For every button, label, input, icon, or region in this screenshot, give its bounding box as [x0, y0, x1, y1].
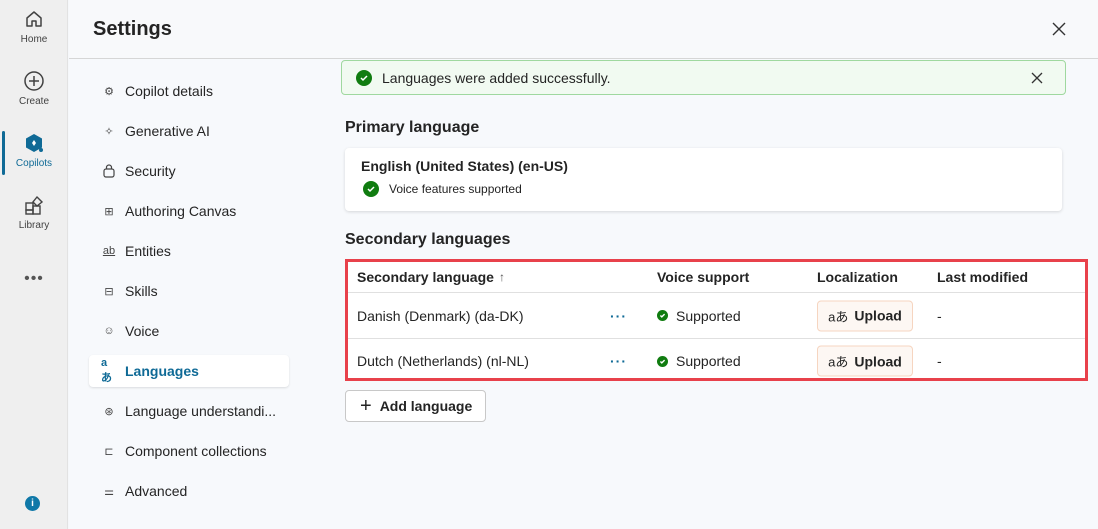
close-icon[interactable]: [1050, 20, 1068, 38]
sort-ascending-icon: ↑: [498, 270, 505, 284]
translate-icon: aあ: [101, 357, 112, 384]
nav-label: Languages: [125, 363, 199, 379]
nav-label: Security: [125, 163, 176, 179]
entity-icon: ab: [102, 245, 116, 257]
rail-label: Library: [18, 220, 50, 231]
localization-cell: aあ Upload: [817, 300, 913, 331]
primary-language-heading: Primary language: [345, 119, 480, 136]
success-check-icon: [657, 355, 668, 367]
primary-language-card: English (United States) (en-US) Voice fe…: [345, 148, 1062, 211]
column-header-last-modified: Last modified: [937, 269, 1029, 285]
settings-nav: ⚙ Copilot details ✧ Generative AI Security…: [89, 75, 289, 515]
success-check-icon: [363, 181, 379, 197]
translate-icon: aあ: [828, 354, 849, 370]
settings-panel: Settings ⚙ Copilot details ✧ Generative AI…: [69, 0, 1098, 529]
copilot-icon: [26, 134, 43, 152]
last-modified: -: [937, 353, 942, 369]
page-title: Settings: [93, 18, 172, 40]
nav-label: Advanced: [125, 483, 188, 499]
language-name: Dutch (Netherlands) (nl-NL): [357, 353, 529, 369]
upload-button[interactable]: aあ Upload: [817, 300, 913, 331]
table-row: Dutch (Netherlands) (nl-NL) ··· Supporte…: [348, 338, 1085, 383]
nav-label: Copilot details: [125, 83, 213, 99]
nav-label: Generative AI: [125, 123, 210, 139]
voice-support: Supported: [657, 308, 741, 324]
language-name: Danish (Denmark) (da-DK): [357, 307, 524, 324]
more-options-icon[interactable]: ···: [610, 353, 627, 369]
primary-language-name: English (United States) (en-US): [361, 158, 568, 174]
secondary-languages-heading: Secondary languages: [345, 231, 511, 248]
rail-item-home[interactable]: Home: [0, 8, 68, 45]
nav-item-voice[interactable]: ☺ Voice: [89, 315, 289, 347]
briefcase-icon: ⊟: [104, 285, 114, 298]
home-icon: [26, 11, 42, 27]
app-rail: Home Create Copilots Library ••• i: [0, 0, 68, 529]
primary-voice-status: Voice features supported: [363, 181, 522, 197]
lock-icon: [101, 163, 117, 179]
nav-item-language-understanding[interactable]: ⊛ Language understandi...: [89, 395, 289, 427]
more-options-icon[interactable]: ···: [610, 308, 627, 324]
nav-label: Voice: [125, 323, 160, 339]
voice-icon: ☺: [103, 325, 115, 337]
voice-support: Supported: [657, 353, 741, 369]
table-header: Secondary language ↑ Voice support Locali…: [348, 262, 1085, 293]
nav-label: Language understandi...: [125, 403, 277, 419]
column-header-language[interactable]: Secondary language ↑: [357, 269, 505, 285]
last-modified: -: [937, 307, 942, 324]
success-check-icon: [356, 69, 372, 86]
library-icon: [25, 195, 44, 215]
nav-item-skills[interactable]: ⊟ Skills: [89, 275, 289, 307]
grid-icon: ⊞: [104, 205, 114, 218]
success-toast: Languages were added successfully.: [341, 60, 1066, 95]
plus-icon: +: [360, 395, 372, 417]
nav-item-component-collections[interactable]: ⊏ Component collections: [89, 435, 289, 467]
localization-cell: aあ Upload: [817, 345, 913, 377]
add-circle-icon: [24, 71, 44, 91]
nav-label: Skills: [125, 283, 158, 299]
column-header-voice: Voice support: [657, 269, 750, 285]
nav-item-security[interactable]: Security: [89, 155, 289, 187]
voice-status-text: Voice features supported: [389, 182, 522, 196]
add-language-button[interactable]: + Add language: [345, 390, 486, 422]
nav-item-generative-ai[interactable]: ✧ Generative AI: [89, 115, 289, 147]
rail-label: Home: [20, 34, 48, 45]
rail-label: Create: [18, 96, 49, 107]
sparkle-icon: ✧: [104, 125, 114, 138]
success-check-icon: [657, 310, 668, 321]
nav-item-copilot-details[interactable]: ⚙ Copilot details: [89, 75, 289, 107]
brain-icon: ⊛: [104, 405, 114, 418]
toast-message: Languages were added successfully.: [382, 69, 611, 86]
column-header-localization: Localization: [817, 269, 898, 285]
rail-item-copilots[interactable]: Copilots: [0, 132, 68, 169]
nav-item-authoring-canvas[interactable]: ⊞ Authoring Canvas: [89, 195, 289, 227]
upload-button[interactable]: aあ Upload: [817, 345, 913, 377]
collection-icon: ⊏: [104, 445, 114, 458]
nav-label: Entities: [125, 243, 171, 259]
sliders-icon: ⚌: [104, 485, 114, 498]
rail-item-library[interactable]: Library: [0, 194, 68, 231]
gear-icon: ⚙: [104, 85, 114, 98]
table-row: Danish (Denmark) (da-DK) ··· Supported a…: [348, 293, 1085, 338]
translate-icon: aあ: [828, 309, 849, 324]
secondary-languages-table: Secondary language ↑ Voice support Locali…: [345, 259, 1088, 381]
rail-item-create[interactable]: Create: [0, 70, 68, 107]
nav-label: Authoring Canvas: [125, 203, 237, 219]
nav-item-entities[interactable]: ab Entities: [89, 235, 289, 267]
nav-item-advanced[interactable]: ⚌ Advanced: [89, 475, 289, 507]
settings-header: Settings: [69, 0, 1098, 59]
nav-item-languages[interactable]: aあ Languages: [89, 355, 289, 387]
dismiss-toast-icon[interactable]: [1029, 70, 1045, 86]
rail-label: Copilots: [15, 158, 53, 169]
info-icon[interactable]: i: [25, 496, 40, 511]
more-apps-button[interactable]: •••: [0, 270, 68, 288]
nav-label: Component collections: [125, 443, 267, 459]
